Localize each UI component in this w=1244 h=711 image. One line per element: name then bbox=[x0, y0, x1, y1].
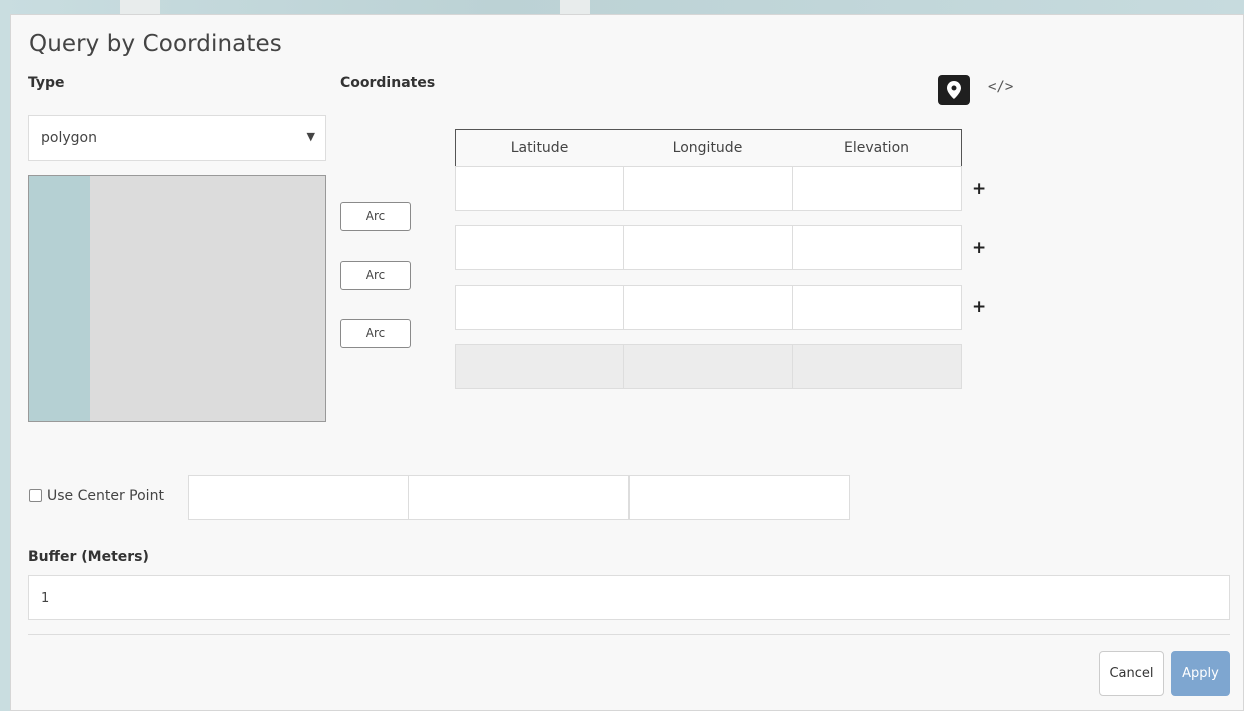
footer-divider bbox=[28, 634, 1230, 635]
coordinates-label: Coordinates bbox=[340, 75, 436, 91]
elevation-input-disabled bbox=[792, 344, 962, 389]
shape-preview bbox=[28, 175, 326, 422]
map-marker-icon[interactable] bbox=[938, 75, 970, 105]
center-elevation-input[interactable] bbox=[629, 475, 850, 520]
type-select[interactable]: polygon ▼ bbox=[28, 115, 326, 161]
cancel-button[interactable]: Cancel bbox=[1099, 651, 1164, 696]
latitude-input[interactable] bbox=[455, 166, 624, 211]
longitude-input[interactable] bbox=[623, 166, 793, 211]
longitude-input[interactable] bbox=[623, 285, 793, 330]
longitude-input[interactable] bbox=[623, 225, 793, 270]
code-icon[interactable]: </> bbox=[988, 79, 1013, 95]
add-row-button[interactable]: + bbox=[972, 238, 986, 258]
type-label: Type bbox=[28, 75, 65, 91]
buffer-input[interactable]: 1 bbox=[28, 575, 1230, 620]
use-center-point-checkbox[interactable] bbox=[29, 489, 42, 502]
elevation-header: Elevation bbox=[792, 129, 962, 167]
longitude-input-disabled bbox=[623, 344, 793, 389]
preview-map-strip bbox=[29, 176, 90, 421]
arc-button[interactable]: Arc bbox=[340, 261, 411, 290]
type-select-value: polygon bbox=[41, 130, 97, 146]
add-row-button[interactable]: + bbox=[972, 179, 986, 199]
add-row-button[interactable]: + bbox=[972, 297, 986, 317]
map-road bbox=[560, 0, 590, 14]
buffer-label: Buffer (Meters) bbox=[28, 549, 149, 565]
map-road bbox=[120, 0, 160, 14]
center-longitude-input[interactable] bbox=[408, 475, 629, 520]
query-by-coordinates-dialog: Query by Coordinates Type Coordinates </… bbox=[10, 14, 1244, 711]
elevation-input[interactable] bbox=[792, 285, 962, 330]
latitude-input[interactable] bbox=[455, 285, 624, 330]
use-center-point-label: Use Center Point bbox=[47, 488, 164, 504]
elevation-input[interactable] bbox=[792, 225, 962, 270]
arc-button[interactable]: Arc bbox=[340, 202, 411, 231]
map-marker-glyph bbox=[947, 81, 961, 99]
apply-button[interactable]: Apply bbox=[1171, 651, 1230, 696]
center-latitude-input[interactable] bbox=[188, 475, 409, 520]
arc-button[interactable]: Arc bbox=[340, 319, 411, 348]
elevation-input[interactable] bbox=[792, 166, 962, 211]
dialog-title: Query by Coordinates bbox=[29, 31, 282, 57]
latitude-input-disabled bbox=[455, 344, 624, 389]
latitude-header: Latitude bbox=[455, 129, 624, 167]
chevron-down-icon: ▼ bbox=[306, 130, 315, 143]
longitude-header: Longitude bbox=[623, 129, 793, 167]
latitude-input[interactable] bbox=[455, 225, 624, 270]
